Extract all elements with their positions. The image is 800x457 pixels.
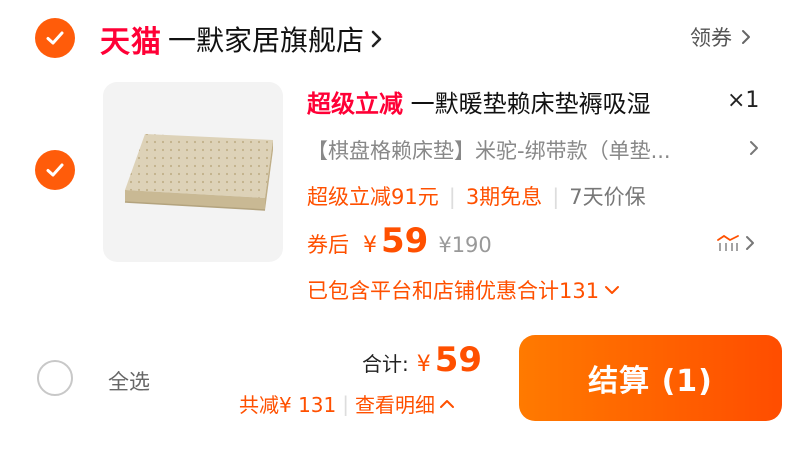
chevron-up-icon [440,399,455,408]
chevron-right-icon[interactable] [748,138,760,158]
tmall-logo: 天猫 [100,25,162,60]
savings-amount: 共减¥ 131 [239,393,337,417]
view-details: 查看明细 [355,393,436,417]
price-currency: ¥ [363,233,377,258]
check-icon [46,163,64,177]
store-select-checkbox[interactable] [35,18,75,58]
select-all-checkbox[interactable] [37,360,73,396]
sku-selector[interactable]: 【棋盘格赖床垫】米驼-绑带款（单垫... [307,135,727,165]
chevron-down-icon [605,286,620,294]
item-quantity[interactable]: ×1 [727,88,759,113]
item-title: 一默暖垫赖床垫褥吸湿 [410,90,651,118]
item-title-line[interactable]: 超级立减 一默暖垫赖床垫褥吸湿 [307,84,707,119]
discount-note[interactable]: 已包含平台和店铺优惠合计131 [307,275,621,305]
price-prefix: 券后 [307,233,349,257]
store-header[interactable]: 天猫 一默家居旗舰店 [100,17,384,61]
original-price: ¥190 [438,233,492,257]
benefit-tag: 7天价保 [569,185,646,209]
benefit-tag: 3期免息 [465,185,543,209]
coupon-button[interactable]: 领券 [690,22,752,52]
total-line: 合计: ¥ 59 [362,340,482,380]
total-currency: ¥ [416,352,431,377]
select-all-label[interactable]: 全选 [108,366,150,396]
price-value: 59 [381,221,429,261]
store-name: 一默家居旗舰店 [168,24,365,57]
total-label: 合计: [362,352,409,376]
check-icon [46,31,64,45]
product-thumbnail[interactable] [103,82,283,262]
chevron-right-icon [742,30,750,44]
chevron-right-icon [746,236,754,250]
total-value: 59 [434,340,483,380]
item-select-checkbox[interactable] [35,150,75,190]
chevron-right-icon [371,30,382,48]
benefit-tag: 超级立减91元 [307,185,439,209]
mattress-pad-image [124,134,273,211]
coupon-label: 领券 [690,26,732,50]
price-trend-icon [717,234,739,251]
discount-note-text: 已包含平台和店铺优惠合计131 [307,279,600,303]
benefit-tags: 超级立减91元 | 3期免息 | 7天价保 [307,185,646,209]
price-trend-button[interactable] [716,234,756,252]
savings-line[interactable]: 共减¥ 131 | 查看明细 [239,389,456,418]
checkout-button[interactable]: 结算 (1) [519,335,782,421]
price-line: 券后 ¥ 59 ¥190 [307,221,492,261]
promo-tag: 超级立减 [307,90,403,118]
